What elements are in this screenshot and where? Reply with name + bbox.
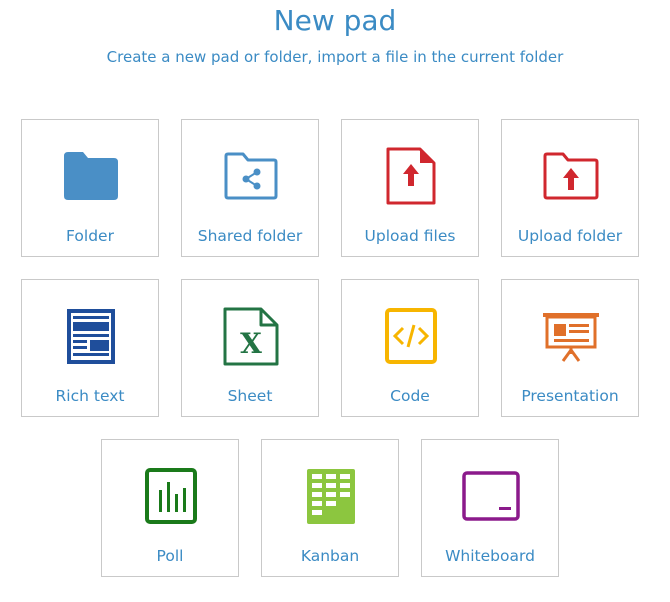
poll-icon	[141, 466, 201, 526]
code-icon	[381, 306, 441, 366]
tile-label: Upload folder	[517, 227, 623, 245]
upload-files-button[interactable]: Upload files	[341, 119, 479, 257]
tile-label: Sheet	[227, 387, 273, 405]
tile-label: Folder	[66, 227, 114, 245]
presentation-icon	[541, 306, 601, 366]
new-sheet-button[interactable]: X Sheet	[181, 279, 319, 417]
page-title: New pad	[273, 4, 397, 37]
new-kanban-button[interactable]: Kanban	[261, 439, 399, 577]
tile-label: Code	[390, 387, 430, 405]
upload-folder-icon	[541, 146, 601, 206]
new-poll-button[interactable]: Poll	[101, 439, 239, 577]
tile-label: Kanban	[300, 547, 360, 565]
svg-text:X: X	[240, 327, 262, 360]
sheet-icon: X	[221, 306, 281, 366]
new-rich-text-button[interactable]: Rich text	[21, 279, 159, 417]
page-subtitle: Create a new pad or folder, import a fil…	[106, 48, 564, 66]
new-whiteboard-button[interactable]: Whiteboard	[421, 439, 559, 577]
upload-folder-button[interactable]: Upload folder	[501, 119, 639, 257]
kanban-icon	[301, 466, 361, 526]
tile-label: Upload files	[364, 227, 456, 245]
tile-label: Rich text	[55, 387, 125, 405]
folder-icon	[61, 146, 121, 206]
new-code-button[interactable]: Code	[341, 279, 479, 417]
new-shared-folder-button[interactable]: Shared folder	[181, 119, 319, 257]
tile-label: Poll	[156, 547, 184, 565]
tile-label: Shared folder	[197, 227, 303, 245]
new-presentation-button[interactable]: Presentation	[501, 279, 639, 417]
tile-label: Presentation	[521, 387, 619, 405]
tile-label: Whiteboard	[445, 547, 535, 565]
rich-text-icon	[61, 306, 121, 366]
upload-file-icon	[381, 146, 441, 206]
shared-folder-icon	[221, 146, 281, 206]
whiteboard-icon	[461, 466, 521, 526]
new-folder-button[interactable]: Folder	[21, 119, 159, 257]
